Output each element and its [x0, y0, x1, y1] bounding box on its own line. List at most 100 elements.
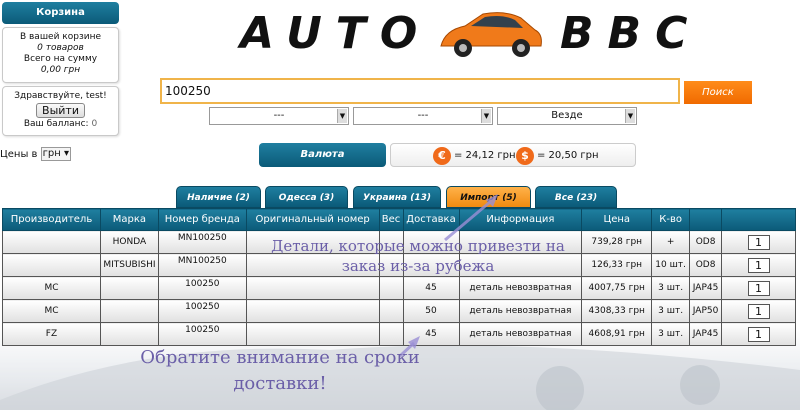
cell-price: 126,33 грн: [581, 253, 653, 277]
logout-button[interactable]: Выйти: [36, 103, 85, 118]
cell-maker: [2, 253, 101, 277]
cell-price: 4007,75 грн: [581, 276, 653, 300]
col-header[interactable]: Информация: [458, 208, 583, 231]
cell-weight: [378, 322, 404, 346]
car-logo-icon: [440, 12, 542, 57]
cell-qty: 10 шт.: [651, 253, 691, 277]
cell-warehouse: OD8: [689, 253, 723, 277]
chevron-down-icon: ▼: [625, 109, 635, 123]
filter-select-1[interactable]: --- ▼: [209, 107, 349, 125]
balance-value: 0: [91, 119, 98, 129]
currency-select[interactable]: грн ▾: [40, 147, 71, 161]
cell-maker: MC: [2, 276, 101, 300]
col-header[interactable]: Доставка: [402, 208, 460, 231]
cell-brand-number[interactable]: 100250: [157, 299, 247, 323]
search-input[interactable]: 100250: [160, 78, 680, 104]
cell-warehouse: JAP45: [689, 322, 723, 346]
results-table: Производитель Марка Номер бренда Оригина…: [2, 208, 796, 346]
filter-value: Везде: [551, 110, 583, 121]
dollar-icon: $: [516, 147, 534, 165]
cart-line: В вашей корзине: [19, 32, 102, 42]
cell-info: деталь невозвратная: [458, 322, 583, 346]
cell-brand-number[interactable]: MN100250: [157, 230, 247, 254]
tab-odessa[interactable]: Одесса (3): [265, 186, 348, 208]
cell-order: 1: [721, 253, 796, 277]
cell-brand-number[interactable]: 100250: [157, 322, 247, 346]
table-row: MC 100250 45 деталь невозвратная 4007,75…: [2, 276, 796, 300]
cell-order: 1: [721, 299, 796, 323]
filter-value: ---: [417, 110, 429, 121]
euro-rate: = 24,12 грн: [454, 150, 516, 161]
cell-original-number: [245, 322, 380, 346]
cell-order: 1: [721, 230, 796, 254]
usd-rate: = 20,50 грн: [537, 150, 599, 161]
cell-price: 4608,91 грн: [581, 322, 653, 346]
cell-maker: [2, 230, 101, 254]
exchange-rates: € = 24,12 грн $ = 20,50 грн: [390, 143, 636, 167]
order-qty-input[interactable]: 1: [747, 280, 770, 296]
cart-summary: В вашей корзине 0 товаров Всего на сумму…: [2, 27, 119, 83]
order-qty-input[interactable]: 1: [747, 257, 770, 273]
cell-info: деталь невозвратная: [458, 276, 583, 300]
cell-maker: FZ: [2, 322, 101, 346]
col-header[interactable]: Цена: [581, 208, 653, 231]
cell-warehouse: OD8: [689, 230, 723, 254]
filter-value: ---: [273, 110, 285, 121]
order-qty-input[interactable]: 1: [747, 303, 770, 319]
cell-qty: +: [651, 230, 691, 254]
cell-order: 1: [721, 276, 796, 300]
col-header: [689, 208, 723, 231]
col-header[interactable]: Оригинальный номер: [245, 208, 380, 231]
col-header[interactable]: Производитель: [2, 208, 101, 231]
chevron-down-icon: ▾: [63, 148, 69, 159]
col-header: [721, 208, 796, 231]
cell-price: 739,28 грн: [581, 230, 653, 254]
col-header[interactable]: Номер бренда: [157, 208, 247, 231]
table-header-row: Производитель Марка Номер бренда Оригина…: [2, 208, 796, 231]
balance: Ваш балланс: 0: [3, 119, 118, 130]
tab-nalichie[interactable]: Наличие (2): [176, 186, 261, 208]
tab-all[interactable]: Все (23): [535, 186, 617, 208]
balance-label: Ваш балланс:: [23, 119, 89, 129]
cart-title: Корзина: [2, 2, 119, 24]
cell-info: деталь невозвратная: [458, 299, 583, 323]
order-qty-input[interactable]: 1: [747, 326, 770, 342]
tab-import[interactable]: Импорт (5): [446, 186, 531, 208]
cell-weight: [378, 299, 404, 323]
cell-brand-number[interactable]: 100250: [157, 276, 247, 300]
cell-delivery: 45: [402, 276, 460, 300]
search-button[interactable]: Поиск: [684, 81, 752, 104]
cell-delivery: 50: [402, 299, 460, 323]
site-logo[interactable]: AUTO BBC: [230, 2, 700, 68]
cell-warehouse: JAP45: [689, 276, 723, 300]
order-qty-input[interactable]: 1: [747, 234, 770, 250]
logo-text-left: AUTO: [240, 8, 432, 59]
cell-brand: [99, 276, 159, 300]
col-header[interactable]: Вес: [378, 208, 404, 231]
cell-weight: [378, 276, 404, 300]
cell-qty: 3 шт.: [651, 322, 691, 346]
user-panel: Здравствуйте, test! Выйти Ваш балланс: 0: [2, 86, 119, 136]
cell-brand: HONDA: [99, 230, 159, 254]
cart-sum-label: Всего на сумму: [23, 54, 98, 64]
col-header[interactable]: Марка: [99, 208, 159, 231]
cell-brand: MITSUBISHI: [99, 253, 159, 277]
chevron-down-icon: ▼: [481, 109, 491, 123]
filter-select-3[interactable]: Везде ▼: [497, 107, 637, 125]
cart-count: 0 товаров: [37, 43, 84, 53]
table-row: MC 100250 50 деталь невозвратная 4308,33…: [2, 299, 796, 323]
filter-select-2[interactable]: --- ▼: [353, 107, 493, 125]
cell-brand: [99, 322, 159, 346]
currency-value: грн: [42, 148, 61, 159]
currency-button[interactable]: Валюта: [259, 143, 386, 167]
cell-order: 1: [721, 322, 796, 346]
table-row: FZ 100250 45 деталь невозвратная 4608,91…: [2, 322, 796, 346]
tab-ukraina[interactable]: Украина (13): [353, 186, 441, 208]
cell-brand-number[interactable]: MN100250: [157, 253, 247, 277]
cell-price: 4308,33 грн: [581, 299, 653, 323]
cell-delivery: 45: [402, 322, 460, 346]
price-currency-selector: Цены в грн ▾: [0, 147, 71, 161]
user-greeting: Здравствуйте, test!: [14, 91, 107, 101]
col-header[interactable]: К-во: [651, 208, 691, 231]
cell-qty: 3 шт.: [651, 299, 691, 323]
